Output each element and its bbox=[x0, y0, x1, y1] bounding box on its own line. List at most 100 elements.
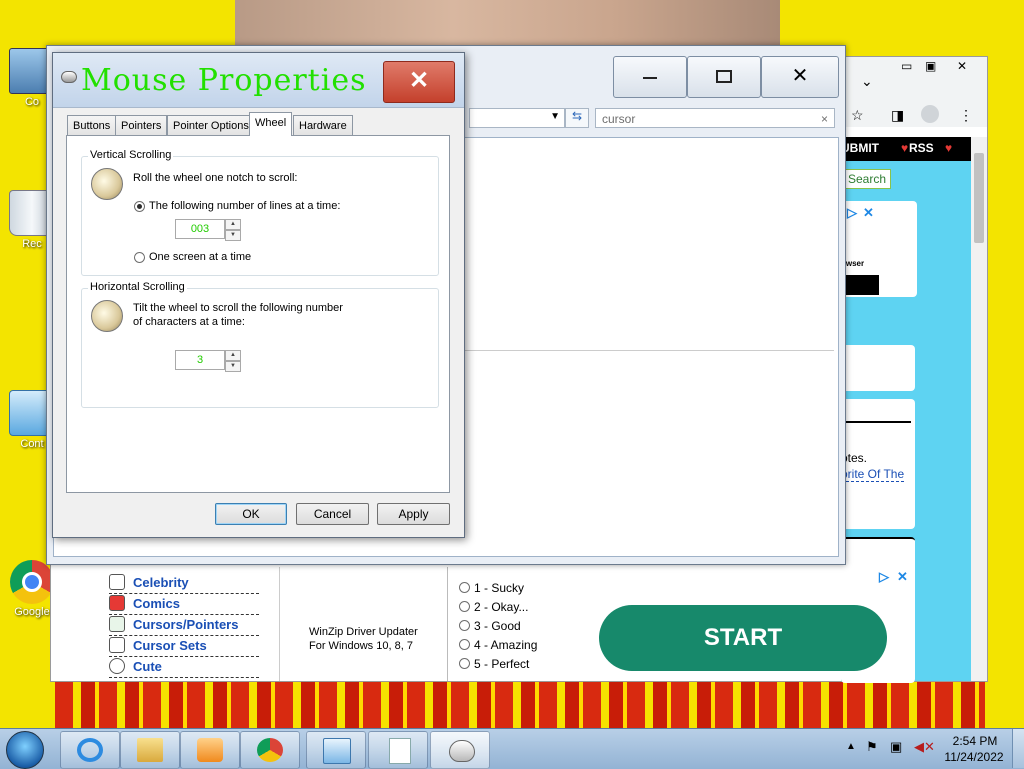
lines-spinner-buttons: ▲ ▼ bbox=[225, 219, 241, 241]
clock-time[interactable]: 2:54 PM bbox=[946, 734, 1004, 748]
close-icon: ✕ bbox=[791, 65, 809, 87]
cancel-button[interactable]: Cancel bbox=[296, 503, 369, 525]
control-panel-icon bbox=[323, 738, 351, 764]
lines-radio[interactable] bbox=[134, 201, 145, 212]
chrome-shortcut-icon bbox=[10, 560, 54, 604]
ad-choices-icon[interactable]: ▷ bbox=[879, 569, 889, 585]
explorer-maximize-button[interactable] bbox=[687, 56, 761, 98]
dialog-title-bar[interactable]: Mouse Properties ✕ bbox=[53, 53, 464, 108]
profile-avatar-icon[interactable] bbox=[921, 105, 939, 123]
poll-option[interactable]: 5 - Perfect bbox=[459, 657, 537, 676]
show-hidden-icons-chevron[interactable]: ▲ bbox=[846, 741, 856, 752]
browser-scrollbar[interactable] bbox=[971, 137, 987, 681]
sidebar-item-cursor-sets[interactable]: Cursor Sets bbox=[109, 636, 259, 657]
taskbar-control-panel[interactable] bbox=[306, 731, 366, 769]
sidebar-item-label: Cute bbox=[133, 659, 162, 674]
explorer-search-input[interactable]: cursor × bbox=[595, 108, 835, 128]
site-search-button[interactable]: Search bbox=[843, 169, 891, 189]
maximize-icon[interactable]: ▣ bbox=[925, 59, 936, 73]
taskbar: ▲ ⚑ ▣ ◀✕ bbox=[0, 728, 1024, 769]
show-desktop-button[interactable] bbox=[1012, 729, 1024, 768]
explorer-minimize-button[interactable] bbox=[613, 56, 687, 98]
network-icon[interactable]: ▣ bbox=[890, 739, 902, 755]
horizontal-description-line2: of characters at a time: bbox=[133, 316, 245, 328]
nav-submit-link[interactable]: UBMIT bbox=[841, 141, 879, 155]
cursor-set-icon bbox=[109, 637, 125, 653]
maximize-icon bbox=[716, 70, 732, 83]
explorer-address-bar[interactable]: ▼ bbox=[469, 108, 565, 128]
minimize-icon bbox=[643, 77, 657, 79]
explorer-close-button[interactable]: ✕ bbox=[761, 56, 839, 98]
nav-rss-link[interactable]: RSS bbox=[909, 141, 934, 155]
spin-up-icon[interactable]: ▲ bbox=[225, 219, 241, 230]
chevron-down-icon[interactable]: ⌄ bbox=[861, 73, 873, 90]
poll-option[interactable]: 4 - Amazing bbox=[459, 638, 537, 657]
close-icon[interactable]: ✕ bbox=[957, 59, 967, 73]
ad-close-icon[interactable]: ✕ bbox=[863, 205, 874, 221]
apply-button[interactable]: Apply bbox=[377, 503, 450, 525]
menu-kebab-icon[interactable]: ⋮ bbox=[959, 107, 973, 124]
winzip-ad[interactable]: WinZip Driver Updater For Windows 10, 8,… bbox=[309, 625, 418, 653]
tab-pointer-options[interactable]: Pointer Options bbox=[167, 115, 255, 135]
winzip-ad-line2: For Windows 10, 8, 7 bbox=[309, 640, 413, 652]
minimize-icon[interactable]: ▭ bbox=[901, 59, 912, 73]
content-card: otes. orite Of The bbox=[841, 399, 915, 529]
ad-close-icon[interactable]: ✕ bbox=[897, 569, 908, 585]
action-center-flag-icon[interactable]: ⚑ bbox=[866, 739, 878, 755]
lines-option-label[interactable]: The following number of lines at a time: bbox=[149, 200, 340, 212]
refresh-button[interactable]: ⇆ bbox=[565, 108, 589, 128]
scroll-wheel-icon bbox=[91, 168, 123, 200]
dialog-close-button[interactable]: ✕ bbox=[383, 61, 455, 103]
spin-up-icon[interactable]: ▲ bbox=[225, 350, 241, 361]
volume-muted-icon[interactable]: ◀✕ bbox=[914, 739, 935, 755]
taskbar-notepad[interactable] bbox=[368, 731, 428, 769]
screen-radio[interactable] bbox=[134, 252, 145, 263]
poll-radio[interactable] bbox=[459, 620, 470, 631]
chevron-down-icon[interactable]: ▼ bbox=[550, 111, 560, 122]
mouse-icon bbox=[449, 740, 475, 762]
sidebar-item-celebrity[interactable]: Celebrity bbox=[109, 573, 259, 594]
taskbar-mouse-properties[interactable] bbox=[430, 731, 490, 769]
taskbar-file-explorer[interactable] bbox=[120, 731, 180, 769]
start-orb-icon[interactable] bbox=[6, 731, 44, 769]
taskbar-media-player[interactable] bbox=[180, 731, 240, 769]
poll-radio[interactable] bbox=[459, 601, 470, 612]
start-ad-button[interactable]: START bbox=[599, 605, 887, 671]
poll-option[interactable]: 2 - Okay... bbox=[459, 600, 537, 619]
tab-buttons[interactable]: Buttons bbox=[67, 115, 117, 135]
refresh-icon: ⇆ bbox=[571, 109, 583, 123]
spin-down-icon[interactable]: ▼ bbox=[225, 230, 241, 241]
tab-pointers[interactable]: Pointers bbox=[115, 115, 168, 135]
spin-down-icon[interactable]: ▼ bbox=[225, 361, 241, 372]
taskbar-internet-explorer[interactable] bbox=[60, 731, 120, 769]
tab-wheel[interactable]: Wheel bbox=[249, 112, 293, 136]
sidebar-item-cursors-pointers[interactable]: Cursors/Pointers bbox=[109, 615, 259, 636]
favorite-link[interactable]: orite Of The bbox=[841, 467, 905, 482]
poll-radio[interactable] bbox=[459, 639, 470, 650]
tab-label: Buttons bbox=[73, 120, 111, 132]
poll-option[interactable]: 1 - Sucky bbox=[459, 581, 537, 600]
clear-search-icon[interactable]: × bbox=[821, 109, 828, 129]
tab-hardware[interactable]: Hardware bbox=[293, 115, 353, 135]
tab-label: Wheel bbox=[255, 117, 287, 129]
ad-choices-icon[interactable]: ▷ bbox=[847, 205, 857, 221]
heart-icon: ♥ bbox=[945, 141, 953, 155]
lines-spinner-input[interactable]: 003 bbox=[175, 219, 225, 239]
sidebar-item-comics[interactable]: Comics bbox=[109, 594, 259, 615]
poll-option-label: 1 - Sucky bbox=[474, 581, 525, 595]
clock-date[interactable]: 11/24/2022 bbox=[940, 750, 1008, 764]
bookmark-star-icon[interactable]: ☆ bbox=[851, 107, 864, 124]
ok-button[interactable]: OK bbox=[215, 503, 287, 525]
ad-button[interactable] bbox=[841, 275, 879, 295]
poll-radio[interactable] bbox=[459, 582, 470, 593]
screen-option-label[interactable]: One screen at a time bbox=[149, 251, 251, 263]
sidebar-item-cute[interactable]: Cute bbox=[109, 657, 259, 678]
poll-radio[interactable] bbox=[459, 658, 470, 669]
scrollbar-thumb[interactable] bbox=[974, 153, 984, 243]
chrome-icon bbox=[257, 738, 283, 762]
desktop-icon-label: Rec bbox=[22, 238, 42, 250]
poll-option[interactable]: 3 - Good bbox=[459, 619, 537, 638]
taskbar-chrome[interactable] bbox=[240, 731, 300, 769]
chars-spinner-input[interactable]: 3 bbox=[175, 350, 225, 370]
side-panel-icon[interactable]: ◨ bbox=[891, 107, 904, 124]
